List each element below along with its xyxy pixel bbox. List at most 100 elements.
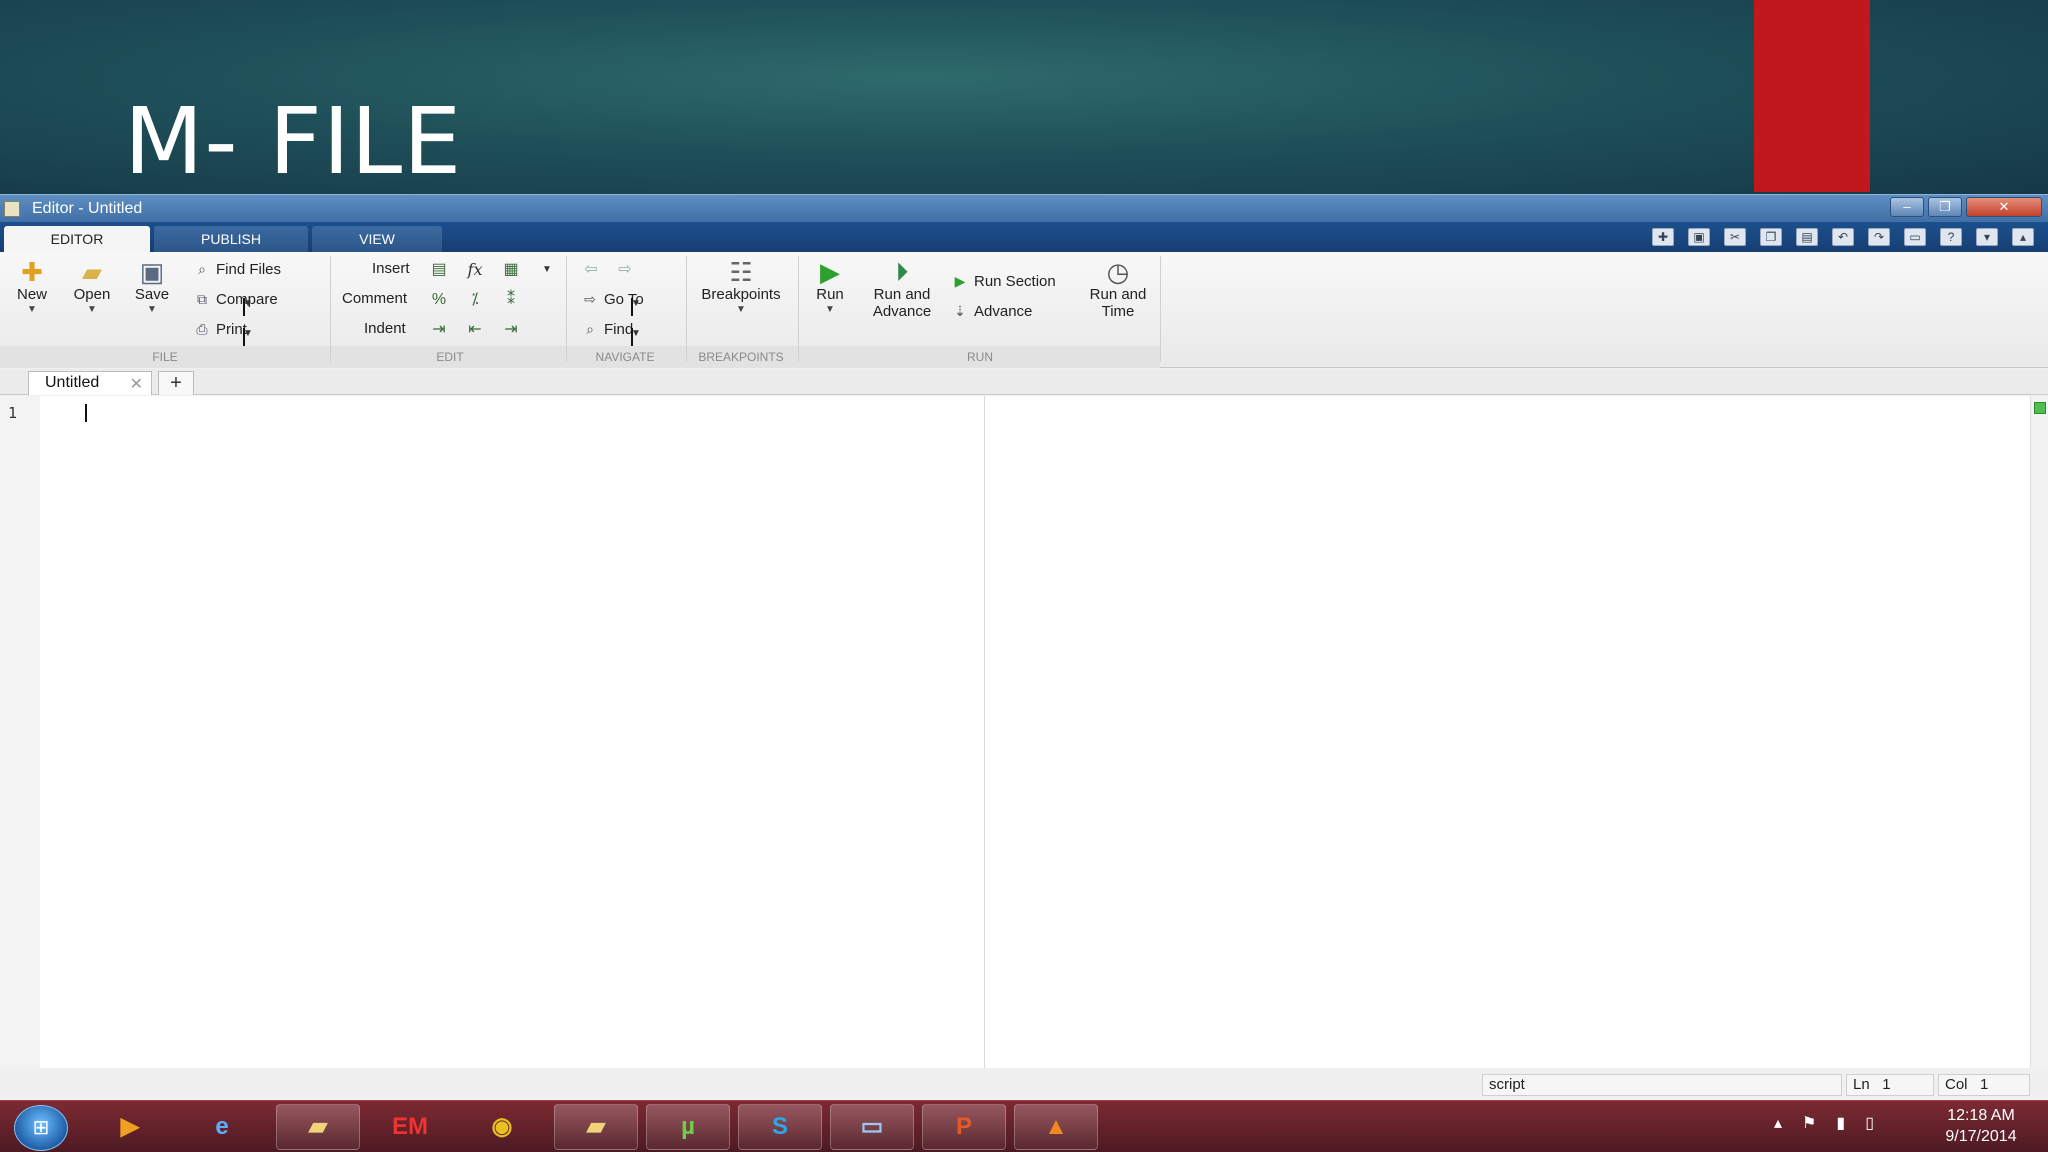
minimize-button[interactable]: – xyxy=(1890,197,1924,217)
find-files-button[interactable]: ⌕ Find Files xyxy=(192,260,281,278)
decrease-indent-icon[interactable]: ⇤ xyxy=(464,320,486,340)
print-button[interactable]: ⎙ Print ▼ xyxy=(192,320,253,346)
chevron-down-icon[interactable]: ▼ xyxy=(536,260,558,280)
powerpoint-icon[interactable]: P xyxy=(922,1104,1006,1150)
chevron-down-icon: ▼ xyxy=(147,304,157,315)
undo-icon[interactable]: ↶ xyxy=(1832,228,1854,246)
breakpoints-button[interactable]: ☷ Breakpoints ▼ xyxy=(694,258,788,317)
new-file-icon[interactable]: ✚ xyxy=(1652,228,1674,246)
compare-button[interactable]: ⧉ Compare ▼ xyxy=(192,290,278,316)
chrome-icon[interactable]: ◉ xyxy=(460,1104,544,1150)
copy-icon[interactable]: ❐ xyxy=(1760,228,1782,246)
document-tab-untitled[interactable]: Untitled ✕ xyxy=(28,371,152,395)
magnifier-icon: ⌕ xyxy=(586,321,594,337)
tab-view[interactable]: VIEW xyxy=(312,226,442,252)
monitor-icon[interactable]: ▭ xyxy=(830,1104,914,1150)
window-titlebar[interactable]: Editor - Untitled – ❐ ✕ xyxy=(0,194,2048,222)
group-label-edit: EDIT xyxy=(436,350,464,364)
close-button[interactable]: ✕ xyxy=(1966,197,2042,217)
file-explorer-icon[interactable]: ▰ xyxy=(276,1104,360,1150)
save-button[interactable]: ▣ Save ▼ xyxy=(130,258,174,317)
run-and-advance-button[interactable]: ⏵ Run and Advance xyxy=(864,258,940,320)
status-bar: script Ln 1 Col 1 xyxy=(0,1074,2048,1100)
editor-window: Editor - Untitled – ❐ ✕ EDITOR PUBLISH V… xyxy=(0,194,2048,1100)
group-separator xyxy=(798,256,799,362)
code-analyzer-indicator[interactable] xyxy=(2034,402,2046,414)
run-section-icon: ▶ xyxy=(954,273,966,289)
line-number: 1 xyxy=(8,404,18,422)
breakpoints-icon: ☷ xyxy=(729,257,753,287)
group-separator xyxy=(1160,256,1161,362)
window-title: Editor - Untitled xyxy=(32,200,143,217)
vertical-scrollbar[interactable] xyxy=(2030,396,2048,1068)
comment-button[interactable]: Comment xyxy=(342,290,407,307)
play-icon: ▶ xyxy=(820,257,840,287)
smart-indent-icon[interactable]: ⇥ xyxy=(428,320,450,340)
group-label-run: RUN xyxy=(967,350,993,364)
comment-percent-icon[interactable]: % xyxy=(428,290,450,310)
run-section-button[interactable]: ▶ Run Section xyxy=(950,272,1056,290)
new-button[interactable]: ✚ New ▼ xyxy=(10,258,54,317)
tab-editor[interactable]: EDITOR xyxy=(4,226,150,252)
network-signal-icon[interactable]: ▮ xyxy=(1836,1113,1845,1133)
go-to-button[interactable]: ⇨ Go To ▼ xyxy=(580,290,644,316)
insert-section-icon[interactable]: ▤ xyxy=(428,260,450,280)
back-arrow-icon[interactable]: ⇦ xyxy=(580,260,602,280)
wrap-comments-icon[interactable]: ⁑ xyxy=(500,290,522,310)
em-app-icon[interactable]: EM xyxy=(368,1104,452,1150)
go-to-arrow-icon: ⇨ xyxy=(584,291,596,307)
code-editor[interactable] xyxy=(40,396,2030,1068)
folder-icon[interactable]: ▰ xyxy=(554,1104,638,1150)
find-button[interactable]: ⌕ Find ▼ xyxy=(580,320,641,346)
find-files-icon: ⌕ xyxy=(198,261,206,277)
tab-publish[interactable]: PUBLISH xyxy=(154,226,308,252)
group-label-file: FILE xyxy=(152,350,178,364)
run-and-time-button[interactable]: ◷ Run and Time xyxy=(1080,258,1156,320)
chevron-down-icon: ▼ xyxy=(825,304,835,315)
group-separator xyxy=(686,256,687,362)
insert-function-icon[interactable]: fx xyxy=(464,260,486,280)
action-center-flag-icon[interactable]: ⚑ xyxy=(1802,1113,1816,1133)
restore-button[interactable]: ❐ xyxy=(1928,197,1962,217)
help-icon[interactable]: ? xyxy=(1940,228,1962,246)
run-advance-icon: ⏵ xyxy=(895,257,909,287)
show-hidden-icons-icon[interactable]: ▴ xyxy=(1774,1113,1782,1133)
stopwatch-icon: ◷ xyxy=(1106,257,1130,287)
run-button[interactable]: ▶ Run ▼ xyxy=(806,258,854,317)
forward-arrow-icon[interactable]: ⇨ xyxy=(614,260,636,280)
clock-time: 12:18 AM xyxy=(1947,1107,2015,1124)
red-accent-block xyxy=(1754,0,1870,192)
chevron-down-icon: ▼ xyxy=(87,304,97,315)
right-margin-line xyxy=(984,396,985,1068)
ribbon-tab-strip: EDITOR PUBLISH VIEW ✚ ▣ ✂ ❐ ▤ ↶ ↷ ▭ ? ▾ … xyxy=(0,222,2048,252)
media-player-icon[interactable]: ▶ xyxy=(88,1104,172,1150)
matlab-icon[interactable]: ▲ xyxy=(1014,1104,1098,1150)
start-button[interactable]: ⊞ xyxy=(14,1105,68,1151)
advance-button[interactable]: ⇣ Advance xyxy=(950,302,1032,320)
uncomment-icon[interactable]: ⁒ xyxy=(464,290,486,310)
column-position-field: Col 1 xyxy=(1938,1074,2030,1096)
cut-icon[interactable]: ✂ xyxy=(1724,228,1746,246)
redo-icon[interactable]: ↷ xyxy=(1868,228,1890,246)
save-icon[interactable]: ▣ xyxy=(1688,228,1710,246)
close-icon[interactable]: ✕ xyxy=(130,374,143,394)
increase-indent-icon[interactable]: ⇥ xyxy=(500,320,522,340)
chevron-down-icon: ▼ xyxy=(243,328,253,346)
line-number-gutter: 1 xyxy=(0,396,40,1068)
switch-windows-icon[interactable]: ▭ xyxy=(1904,228,1926,246)
expand-icon[interactable]: ▾ xyxy=(1976,228,1998,246)
open-button[interactable]: ▰ Open ▼ xyxy=(70,258,114,317)
internet-explorer-icon[interactable]: e xyxy=(180,1104,264,1150)
skype-icon[interactable]: S xyxy=(738,1104,822,1150)
system-clock[interactable]: 12:18 AM 9/17/2014 xyxy=(1926,1105,2036,1147)
minimize-ribbon-icon[interactable]: ▴ xyxy=(2012,228,2034,246)
quick-access-toolbar: ✚ ▣ ✂ ❐ ▤ ↶ ↷ ▭ ? ▾ ▴ xyxy=(1652,228,2034,246)
insert-button[interactable]: Insert xyxy=(372,260,410,277)
group-separator xyxy=(330,256,331,362)
indent-button[interactable]: Indent xyxy=(364,320,406,337)
insert-block-icon[interactable]: ▦ xyxy=(500,260,522,280)
utorrent-icon[interactable]: µ xyxy=(646,1104,730,1150)
battery-icon[interactable]: ▯ xyxy=(1865,1113,1874,1133)
paste-icon[interactable]: ▤ xyxy=(1796,228,1818,246)
add-tab-button[interactable]: + xyxy=(158,371,194,395)
